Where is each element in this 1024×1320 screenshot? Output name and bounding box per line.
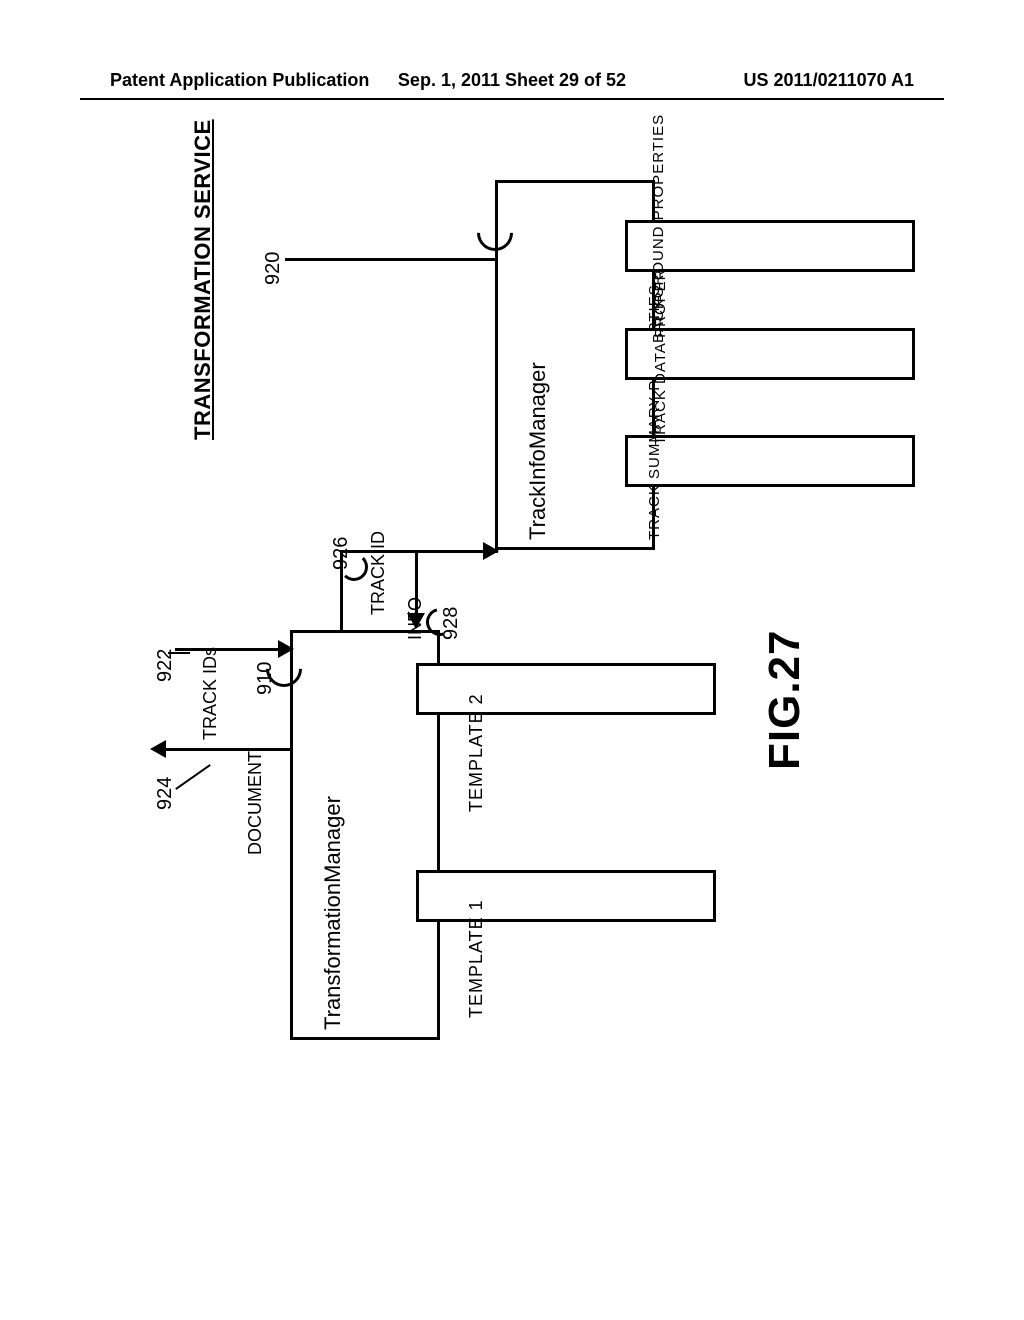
ref-920-line (285, 258, 495, 261)
figure-label: FIG.27 (760, 630, 810, 771)
track-info-manager-title: TrackInfoManager (525, 362, 551, 540)
ref-924-tick (175, 764, 211, 790)
template-2-box (416, 663, 716, 715)
info-arrow-horz (415, 550, 498, 553)
track-ids-arrow-head (278, 640, 294, 658)
page-header: Patent Application Publication Sep. 1, 2… (0, 70, 1024, 91)
header-left: Patent Application Publication (110, 70, 369, 91)
ref-922-tick (168, 652, 190, 654)
background-prop-box (625, 220, 915, 272)
document-arrow-head (150, 740, 166, 758)
ref-920: 920 (262, 252, 285, 285)
header-rule (80, 98, 944, 100)
track-id-label: TRACK ID (368, 531, 389, 615)
template-1-label: TEMPLATE 1 (466, 899, 487, 1018)
document-arrow-line (160, 748, 290, 751)
header-right: US 2011/0211070 A1 (744, 70, 914, 91)
track-ids-label: TRACK IDs (200, 647, 221, 740)
template-2-label: TEMPLATE 2 (466, 693, 487, 812)
track-ids-arrow-line (175, 648, 290, 651)
info-label: INFO (405, 597, 426, 640)
service-title: TRANSFORMATION SERVICE (190, 119, 216, 440)
document-label: DOCUMENT (245, 751, 266, 855)
background-prop-label: BACKGROUND PROPERTIES (650, 114, 667, 343)
ref-924: 924 (154, 777, 177, 810)
transformation-manager-title: TransformationManager (320, 796, 346, 1030)
ref-926-hook (340, 553, 368, 581)
template-1-box (416, 870, 716, 922)
header-center: Sep. 1, 2011 Sheet 29 of 52 (398, 70, 626, 91)
